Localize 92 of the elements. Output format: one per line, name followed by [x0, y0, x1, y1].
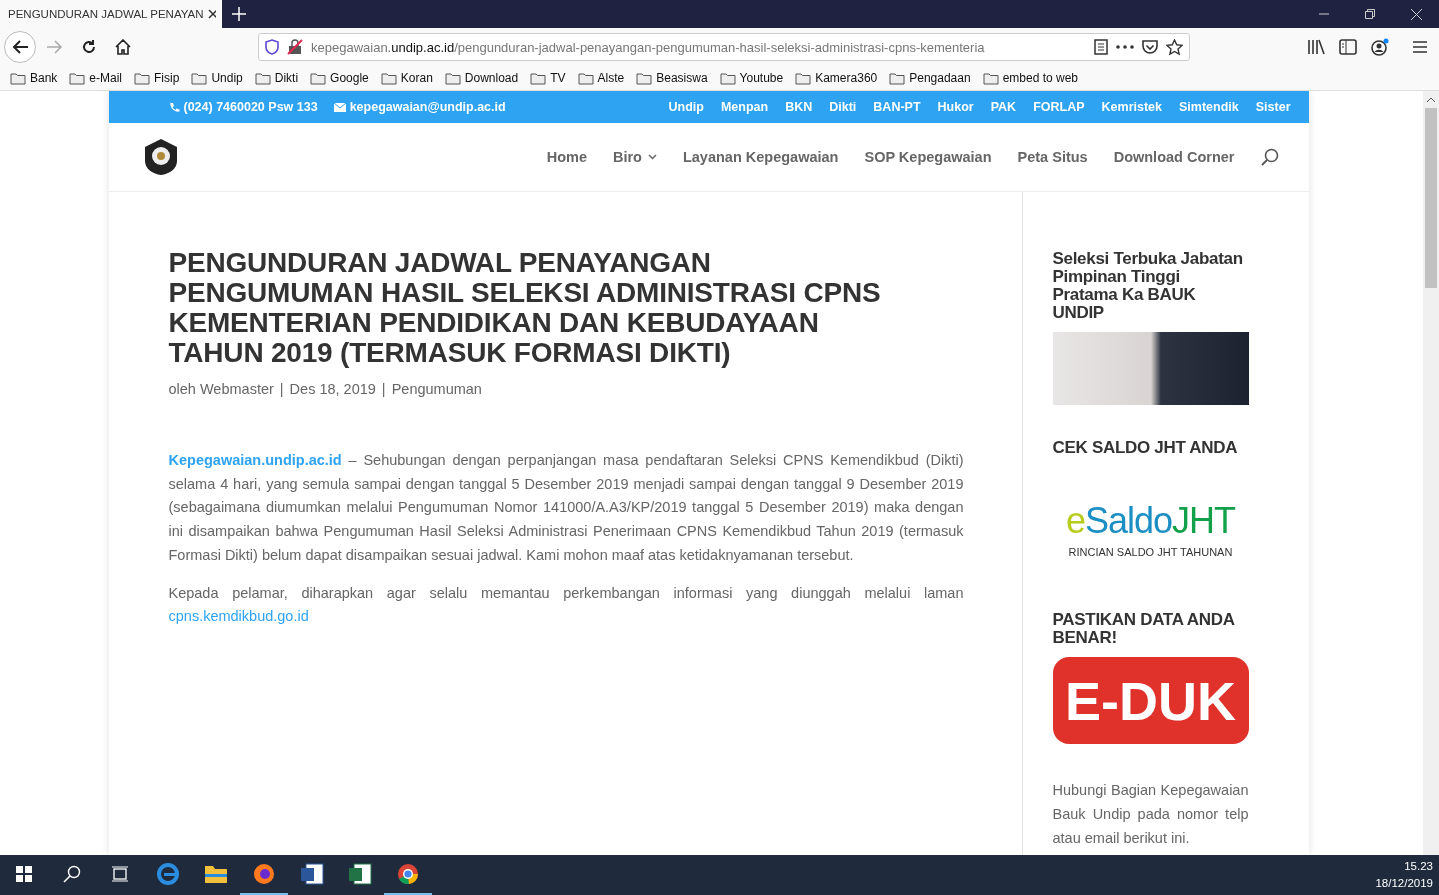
star-icon[interactable]: [1166, 38, 1183, 56]
meta-separator: |: [279, 381, 284, 397]
article-paragraph: Kepada pelamar, diharapkan agar selalu memantau perkembangan informasi yang diunggah melalui laman cpns.kemdikbud.go.id: [168, 583, 964, 627]
post-meta: oleh Webmaster: [168, 381, 274, 397]
bookmark[interactable]: Fisip: [134, 71, 180, 85]
folder-icon: [380, 71, 397, 85]
spreadsheet-app-icon: [348, 863, 372, 885]
library-icon: [1307, 39, 1325, 55]
chevron-down-icon: [647, 154, 657, 160]
bookmark[interactable]: Dikti: [254, 71, 299, 85]
folder-icon: [530, 71, 547, 85]
widget-title: PASTIKAN DATA ANDA BENAR!: [1052, 611, 1236, 647]
folder-icon: [10, 71, 26, 85]
crossed-lock-icon[interactable]: [287, 39, 303, 55]
folder-icon: [982, 71, 999, 85]
nav-link[interactable]: Home: [546, 149, 587, 165]
browser-tab[interactable]: PENGUNDURAN JADWAL PENAYAN: [0, 0, 222, 28]
folder-icon: [719, 71, 736, 85]
plus-icon[interactable]: [232, 7, 246, 21]
search-icon[interactable]: [1260, 148, 1279, 166]
back-arrow-icon: [12, 40, 28, 54]
article-paragraph: Kepegawaian.undip.ac.id – Sehubungan dengan perpanjangan masa pendaftaran Seleksi CPNS Kemendikbud (Dikti) selama 4 hari, yang semula sampai dengan tanggal 5 Desember 2019 menjadi sampai dengan tanggal 9 Desember 2019 (sebagaimana diumumkan melalui Pengumuman Nomor 141000/A.A3/KP/2019 tanggal 5 Desember 2019) maka dengan ini disampaikan bahwa Pengumuman Hasil Seleksi Administrasi Penerimaan CPNS Kemendikbud Tahun 2019 (termasuk Formasi Dikti) belum dapat disampaikan sesuai jadwal. Kami mohon maaf atas ketidaknyamanan tersebut.: [168, 451, 964, 565]
bookmark[interactable]: Pengadaan: [889, 71, 971, 85]
windows-logo-icon: [16, 866, 32, 882]
saldo-logo[interactable]: eSaldoJHT RINCIAN SALDO JHT TAHUNAN: [1052, 467, 1249, 577]
widget-title: CEK SALDO JHT ANDA: [1052, 439, 1239, 457]
more-icon[interactable]: [1116, 45, 1134, 49]
clock-time[interactable]: 15.23: [1404, 858, 1433, 875]
envelope-icon: [333, 102, 346, 112]
folder-icon: [795, 71, 812, 85]
scroll-up-icon[interactable]: [1427, 97, 1435, 102]
folder-icon: [69, 71, 86, 85]
e-duk-banner[interactable]: E-DUK: [1052, 657, 1249, 744]
university-emblem-icon: [142, 138, 179, 176]
folder-icon: [444, 71, 461, 85]
round-browser-icon: [397, 863, 419, 885]
back-button[interactable]: [4, 31, 36, 63]
nav-link[interactable]: Layanan Kepegawaian: [682, 149, 839, 165]
nav-link[interactable]: SOP Kepegawaian: [864, 149, 992, 165]
post-meta[interactable]: Pengumuman: [391, 381, 482, 397]
photo-placeholder[interactable]: [1052, 332, 1249, 405]
menu-icon: [1412, 40, 1428, 54]
document-app-icon: [300, 863, 324, 885]
address-bar[interactable]: kepegawaian.undip.ac.id/pengunduran-jadwal-penayangan-pengumuman-hasil-seleksi-administrasi-cpns-kementeria: [258, 33, 1190, 61]
folder-icon: [134, 71, 151, 85]
reader-view-icon[interactable]: [1094, 39, 1108, 55]
bookmark[interactable]: TV: [530, 71, 566, 85]
search-icon: [63, 865, 81, 883]
nav-link[interactable]: Peta Situs: [1017, 149, 1088, 165]
pocket-icon[interactable]: [1142, 39, 1158, 55]
scrollbar-thumb[interactable]: [1425, 108, 1437, 288]
nav-link[interactable]: Download Corner: [1113, 149, 1235, 165]
email-address: kepegawaian@undip.ac.id: [333, 100, 506, 114]
forward-arrow-icon: [47, 40, 63, 54]
bookmark[interactable]: e-Mail: [69, 71, 123, 85]
widget-title: Seleksi Terbuka Jabatan Pimpinan Tinggi Pratama Ka BAUK UNDIP: [1052, 250, 1244, 322]
fox-globe-icon: [253, 863, 275, 885]
task-view-icon: [111, 866, 129, 882]
folder-icon: [310, 71, 327, 85]
shield-icon[interactable]: [265, 39, 279, 55]
bookmark[interactable]: Alste: [577, 71, 625, 85]
clock-date[interactable]: 18/12/2019: [1375, 875, 1433, 892]
bookmark[interactable]: Youtube: [719, 71, 784, 85]
folder-icon: [636, 71, 653, 85]
meta-separator: |: [381, 381, 386, 397]
article-title: PENGUNDURAN JADWAL PENAYANGAN PENGUMUMAN HASIL SELEKSI ADMINISTRASI CPNS KEMENTERIAN PENDIDIKAN DAN KEBUDAYAAN TAHUN 2019 (TERMASUK FORMASI DIKTI): [168, 248, 882, 368]
scrollbar[interactable]: [1423, 91, 1439, 855]
reload-icon: [81, 39, 97, 55]
bookmark[interactable]: Koran: [380, 71, 433, 85]
folder-icon: [204, 864, 228, 884]
folder-icon: [254, 71, 271, 85]
post-meta[interactable]: Des 18, 2019: [289, 381, 376, 397]
account-icon: [1370, 38, 1390, 56]
folder-icon: [889, 71, 906, 85]
bookmark[interactable]: Beasiswa: [636, 71, 708, 85]
phone-icon: [168, 101, 180, 113]
bookmark[interactable]: Bank: [10, 71, 58, 85]
contact-text: Hubungi Bagian Kepegawaian Bauk Undip pada nomor telp atau email berikut ini.: [1052, 781, 1249, 848]
phone-number: (024) 7460020 Psw 133: [168, 100, 318, 114]
bookmark[interactable]: Download: [444, 71, 519, 85]
bookmark[interactable]: Undip: [191, 71, 243, 85]
bookmark[interactable]: Google: [310, 71, 369, 85]
folder-icon: [191, 71, 208, 85]
home-icon: [115, 39, 131, 55]
bookmark[interactable]: Kamera360: [795, 71, 878, 85]
sidebar-icon: [1339, 39, 1357, 55]
bookmark[interactable]: embed to web: [982, 71, 1079, 85]
restore-icon[interactable]: [1365, 9, 1375, 19]
e-browser-icon: [157, 863, 179, 885]
nav-link[interactable]: Biro: [612, 149, 657, 165]
folder-icon: [577, 71, 594, 85]
close-icon[interactable]: [207, 9, 216, 19]
